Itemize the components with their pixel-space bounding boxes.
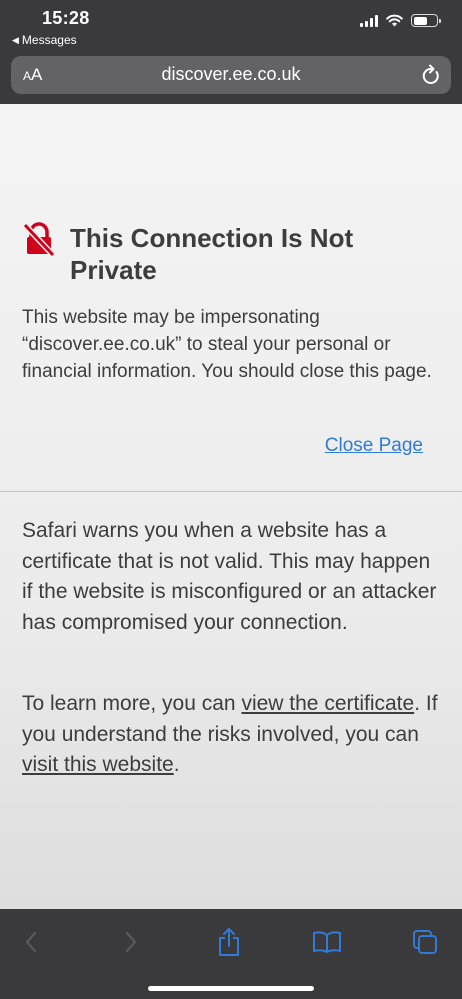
wifi-icon	[386, 14, 403, 27]
close-page-link[interactable]: Close Page	[325, 435, 423, 457]
bookmarks-button[interactable]	[307, 925, 347, 959]
bottom-toolbar	[0, 909, 462, 999]
share-icon	[219, 928, 239, 956]
tabs-icon	[413, 930, 437, 954]
page-content: This Connection Is Not Private This webs…	[0, 104, 462, 909]
warning-body: This website may be impersonating “disco…	[22, 307, 432, 382]
url-text[interactable]: discover.ee.co.uk	[11, 64, 451, 85]
broken-lock-icon	[22, 222, 56, 258]
share-button[interactable]	[209, 925, 249, 959]
back-to-app-button[interactable]: ◀ Messages	[12, 33, 77, 47]
status-icons	[360, 14, 441, 27]
forward-chevron-icon	[125, 931, 137, 953]
learn-prefix: To learn more, you can	[22, 692, 242, 715]
back-button[interactable]	[11, 925, 51, 959]
safari-window: 15:28 ◀ Messages AA discover.ee.co.uk Th…	[0, 0, 462, 999]
cellular-signal-icon	[360, 14, 378, 27]
battery-icon	[411, 14, 441, 27]
learn-suffix: .	[173, 753, 180, 776]
learn-more-text: To learn more, you can view the certific…	[22, 689, 447, 781]
forward-button[interactable]	[111, 925, 151, 959]
visit-website-link[interactable]: visit this website	[22, 753, 174, 776]
bookmarks-icon	[313, 931, 341, 953]
tabs-button[interactable]	[405, 925, 445, 959]
reload-icon[interactable]	[421, 64, 441, 86]
status-time: 15:28	[42, 8, 90, 28]
back-app-label: Messages	[21, 33, 77, 47]
certificate-explanation: Safari warns you when a website has a ce…	[22, 519, 437, 634]
back-arrow-icon: ◀	[12, 34, 19, 45]
top-chrome: 15:28 ◀ Messages AA discover.ee.co.uk	[0, 0, 462, 104]
view-certificate-link[interactable]: view the certificate	[241, 692, 414, 715]
back-chevron-icon	[25, 931, 37, 953]
divider	[0, 491, 462, 492]
warning-title: This Connection Is Not Private	[70, 223, 354, 285]
home-indicator	[148, 986, 314, 991]
address-bar[interactable]: AA discover.ee.co.uk	[11, 56, 451, 94]
